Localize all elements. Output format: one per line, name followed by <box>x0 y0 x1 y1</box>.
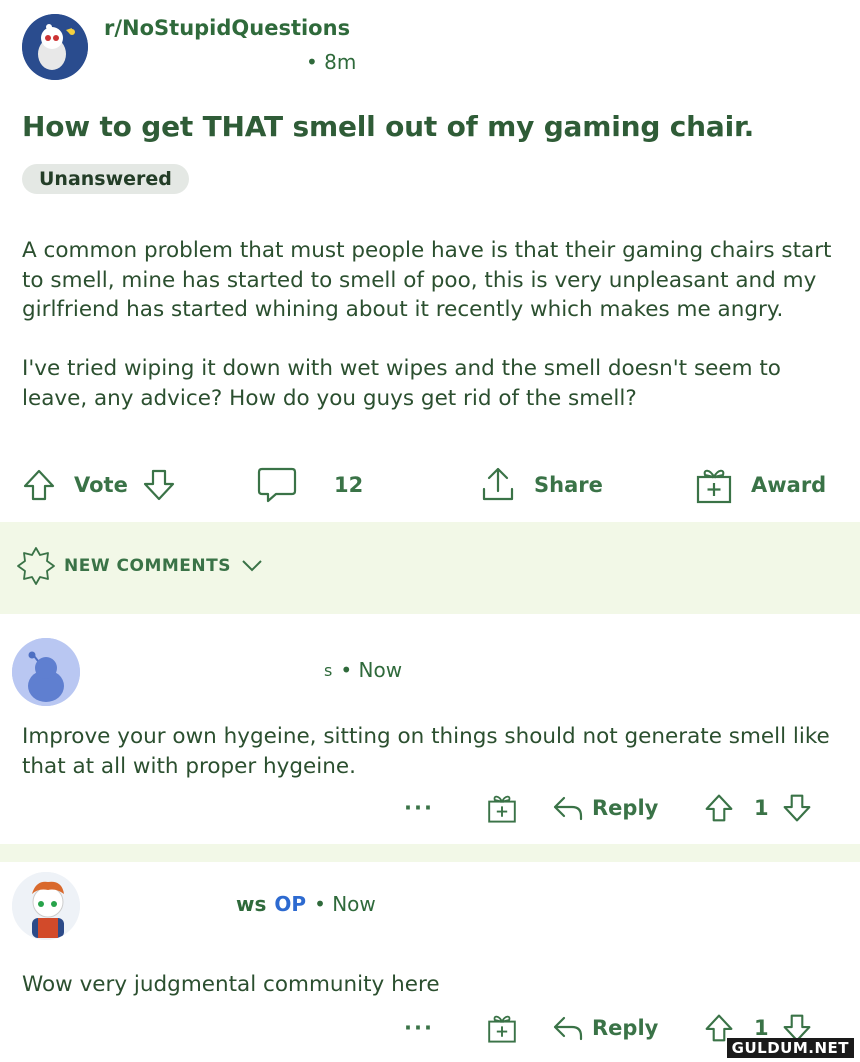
award-label[interactable]: Award <box>751 458 826 512</box>
comment-actions: ··· Reply 1 <box>0 788 860 828</box>
flair-badge[interactable]: Unanswered <box>22 164 189 194</box>
post-paragraph: A common problem that must people have i… <box>22 238 832 322</box>
post-paragraph: I've tried wiping it down with wet wipes… <box>22 356 781 411</box>
new-comments-sort[interactable]: NEW COMMENTS <box>16 546 263 586</box>
share-label[interactable]: Share <box>534 458 603 512</box>
gift-award-icon <box>696 469 732 504</box>
avatar[interactable] <box>12 872 80 940</box>
downvote-button[interactable] <box>142 458 176 512</box>
post-action-bar: Vote 12 Share Award <box>0 458 860 512</box>
gift-award-icon <box>488 1015 516 1043</box>
post-header: r/NoStupidQuestions • 8m <box>22 14 842 84</box>
downvote-button[interactable] <box>782 788 812 828</box>
comment-body: Wow very judgmental community here <box>22 972 440 997</box>
comment-body: Improve your own hygeine, sitting on thi… <box>22 724 830 779</box>
comments-button[interactable] <box>256 458 298 512</box>
gift-award-icon <box>488 795 516 823</box>
reply-button[interactable]: Reply <box>552 788 658 828</box>
custom-snoo-icon <box>12 872 80 940</box>
post-time: • 8m <box>306 50 357 74</box>
more-options-button[interactable]: ··· <box>404 1008 434 1048</box>
watermark: GULDUM.NET <box>726 1038 854 1058</box>
snoo-mascot-icon <box>22 14 88 80</box>
share-icon <box>482 467 514 501</box>
more-options-button[interactable]: ··· <box>404 788 434 828</box>
subreddit-avatar[interactable] <box>22 14 88 80</box>
upvote-button[interactable] <box>22 458 56 512</box>
comment-meta: s • Now <box>324 658 402 682</box>
default-snoo-icon <box>12 638 80 706</box>
sparkle-badge-icon <box>17 547 55 585</box>
upvote-arrow-icon <box>705 794 733 822</box>
comment-score: 1 <box>754 796 769 820</box>
comment-divider <box>0 844 860 862</box>
reply-label: Reply <box>592 1016 659 1040</box>
comment: ws OP • Now Wow very judgmental communit… <box>0 862 860 1062</box>
award-button[interactable] <box>486 788 518 828</box>
downvote-arrow-icon <box>783 794 811 822</box>
share-button[interactable] <box>478 458 518 512</box>
post-body: A common problem that must people have i… <box>22 236 842 443</box>
username-fragment[interactable]: s <box>324 661 332 680</box>
comment-meta: ws OP • Now <box>236 892 376 916</box>
username-fragment[interactable]: ws <box>236 892 266 916</box>
post-title[interactable]: How to get THAT smell out of my gaming c… <box>22 110 754 143</box>
award-button[interactable] <box>486 1008 518 1048</box>
comment-bubble-icon <box>257 467 297 503</box>
new-comments-band: NEW COMMENTS <box>0 522 860 614</box>
upvote-button[interactable] <box>704 788 734 828</box>
reply-button[interactable]: Reply <box>552 1008 658 1048</box>
reply-arrow-icon <box>553 796 583 821</box>
reply-arrow-icon <box>553 1016 583 1041</box>
chevron-down-icon <box>242 560 262 572</box>
reply-label: Reply <box>592 796 659 820</box>
upvote-arrow-icon <box>23 469 55 501</box>
downvote-arrow-icon <box>143 469 175 501</box>
new-comments-label: NEW COMMENTS <box>64 556 231 576</box>
avatar[interactable] <box>12 638 80 706</box>
vote-label: Vote <box>74 473 128 497</box>
comment-time: • Now <box>314 892 376 916</box>
award-button[interactable] <box>694 458 734 512</box>
comment-count: 12 <box>334 473 364 497</box>
comment: s • Now Improve your own hygeine, sittin… <box>0 628 860 842</box>
subreddit-name[interactable]: r/NoStupidQuestions <box>104 16 350 40</box>
comment-time: • Now <box>340 658 403 682</box>
op-badge: OP <box>274 892 307 916</box>
